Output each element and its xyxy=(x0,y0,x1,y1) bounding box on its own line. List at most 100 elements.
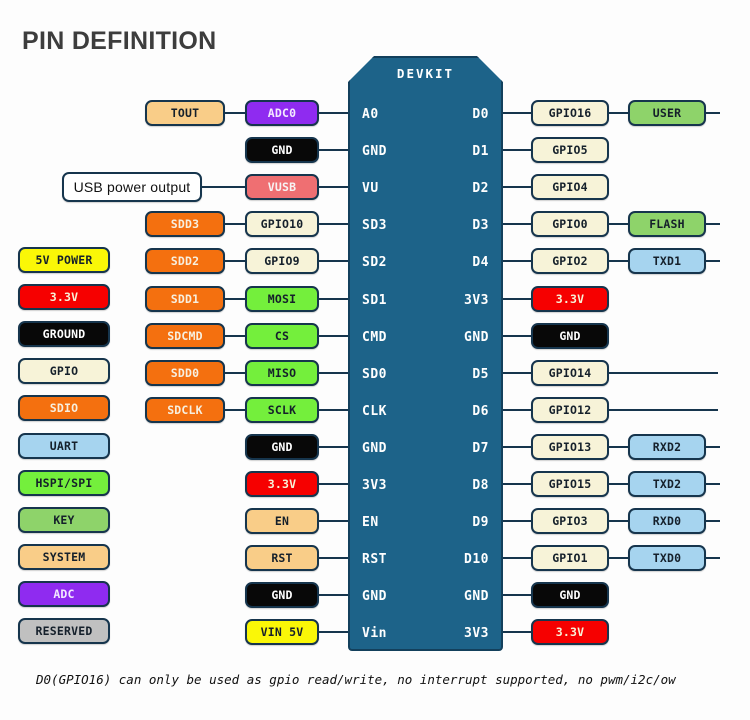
right-pin-gpio13-9[interactable]: GPIO13 xyxy=(531,433,609,460)
legend-item-hspi-spi[interactable]: HSPI/SPI xyxy=(18,469,110,496)
wire-board-right-9 xyxy=(503,445,531,448)
right-pin-gpio15-10[interactable]: GPIO15 xyxy=(531,471,609,497)
right-pin-gnd-13-label: GND xyxy=(559,588,581,603)
board-left-pin-6: CMD xyxy=(362,329,387,345)
right-outer-rxd2[interactable]: RXD2 xyxy=(628,433,706,460)
wire-right-inner-12 xyxy=(609,557,628,560)
left-outer-tout-label: TOUT xyxy=(170,106,200,120)
right-pin-gpio16-0[interactable]: GPIO16 xyxy=(531,100,609,126)
board-right-pin-6: GND xyxy=(464,329,489,345)
left-pin-en-11-label: EN xyxy=(274,514,290,529)
legend-item-system-label: SYSTEM xyxy=(42,549,86,564)
right-pin-gpio3-11-label: GPIO3 xyxy=(552,514,588,529)
left-pin-vusb-2[interactable]: VUSB xyxy=(245,174,319,201)
wire-left-outer-8 xyxy=(225,408,245,411)
wire-right-inner-10 xyxy=(609,483,628,485)
board-left-pin-7: SD0 xyxy=(362,366,387,382)
left-pin-gpio9-4[interactable]: GPIO9 xyxy=(245,248,319,275)
right-pin-gpio4-2[interactable]: GPIO4 xyxy=(531,174,609,201)
left-outer-sdd1[interactable]: SDD1 xyxy=(145,285,225,312)
right-outer-rxd0[interactable]: RXD0 xyxy=(628,508,706,535)
left-outer-sdd3[interactable]: SDD3 xyxy=(145,211,225,238)
right-pin-gnd-13[interactable]: GND xyxy=(531,582,609,609)
legend-item-key[interactable]: KEY xyxy=(18,506,110,533)
left-pin-3-3v-10[interactable]: 3.3V xyxy=(245,471,319,497)
left-outer-tout[interactable]: TOUT xyxy=(145,100,225,126)
right-outer-flash[interactable]: FLASH xyxy=(628,211,706,238)
right-pin-gnd-6-label: GND xyxy=(559,328,581,343)
legend-item-hspi-spi-label: HSPI/SPI xyxy=(35,475,93,490)
right-outer-rxd0-label: RXD0 xyxy=(652,514,682,529)
right-outer-txd1[interactable]: TXD1 xyxy=(628,248,706,275)
legend-item-gpio[interactable]: GPIO xyxy=(18,358,110,385)
legend-item-reserved[interactable]: RESERVED xyxy=(18,618,110,644)
right-pin-3-3v-5[interactable]: 3.3V xyxy=(531,285,609,312)
left-pin-gnd-9[interactable]: GND xyxy=(245,433,319,460)
right-pin-gpio2-4-label: GPIO2 xyxy=(552,254,588,269)
right-pin-gpio1-12[interactable]: GPIO1 xyxy=(531,545,609,572)
wire-left-inner-5 xyxy=(319,297,348,300)
legend-item-sdio-label: SDIO xyxy=(49,401,79,416)
wire-board-right-12 xyxy=(503,557,531,560)
legend-item-key-label: KEY xyxy=(53,512,75,527)
right-pin-gpio3-11[interactable]: GPIO3 xyxy=(531,508,609,535)
right-pin-gpio14-7[interactable]: GPIO14 xyxy=(531,359,609,386)
legend-item-sdio[interactable]: SDIO xyxy=(18,395,110,422)
left-outer-sdd0[interactable]: SDD0 xyxy=(145,359,225,386)
wire-left-inner-14 xyxy=(319,631,348,634)
left-pin-cs-6[interactable]: CS xyxy=(245,322,319,349)
page-title: PIN DEFINITION xyxy=(22,27,217,55)
board-left-pin-0: A0 xyxy=(362,107,379,122)
right-outer-user[interactable]: USER xyxy=(628,100,706,126)
board-right-pin-1: D1 xyxy=(472,144,489,160)
wire-left-inner-11 xyxy=(319,520,348,523)
left-outer-usb-power-output[interactable]: USB power output xyxy=(62,172,202,203)
board-left-pin-11: EN xyxy=(362,515,379,531)
right-pin-gpio12-8[interactable]: GPIO12 xyxy=(531,396,609,423)
right-pin-gpio2-4[interactable]: GPIO2 xyxy=(531,248,609,275)
legend-item-adc[interactable]: ADC xyxy=(18,580,110,607)
right-pin-gpio0-3[interactable]: GPIO0 xyxy=(531,211,609,238)
board-right-pin-12: D10 xyxy=(464,552,489,568)
right-pin-gpio5-1[interactable]: GPIO5 xyxy=(531,137,609,164)
wire-long-8 xyxy=(609,408,718,411)
left-pin-mosi-5[interactable]: MOSI xyxy=(245,285,319,312)
wire-left-inner-0 xyxy=(319,112,348,114)
left-pin-gnd-13[interactable]: GND xyxy=(245,582,319,609)
right-outer-txd2[interactable]: TXD2 xyxy=(628,471,706,497)
legend-item-uart[interactable]: UART xyxy=(18,432,110,459)
left-pin-vin-5v-14[interactable]: VIN 5V xyxy=(245,619,319,646)
legend-item-5v-power[interactable]: 5V POWER xyxy=(18,247,110,273)
board-left-pin-14: Vin xyxy=(362,626,387,642)
left-pin-rst-12[interactable]: RST xyxy=(245,545,319,572)
wire-left-inner-13 xyxy=(319,594,348,597)
left-outer-sdclk[interactable]: SDCLK xyxy=(145,396,225,423)
legend-item-system[interactable]: SYSTEM xyxy=(18,543,110,570)
board-left-pin-8: CLK xyxy=(362,403,387,419)
left-pin-sclk-8[interactable]: SCLK xyxy=(245,396,319,423)
left-pin-en-11[interactable]: EN xyxy=(245,508,319,535)
left-outer-sdcmd[interactable]: SDCMD xyxy=(145,322,225,349)
left-pin-miso-7[interactable]: MISO xyxy=(245,359,319,386)
legend-item-3-3v[interactable]: 3.3V xyxy=(18,284,110,311)
wire-right-outer-tail-11 xyxy=(706,520,720,523)
board-left-pin-4: SD2 xyxy=(362,255,387,271)
left-pin-gnd-9-label: GND xyxy=(271,439,293,454)
right-pin-gpio12-8-label: GPIO12 xyxy=(548,402,592,417)
legend-item-ground[interactable]: GROUND xyxy=(18,321,110,348)
board-left-pin-10: 3V3 xyxy=(362,478,387,493)
right-outer-txd0[interactable]: TXD0 xyxy=(628,545,706,572)
left-pin-gnd-1[interactable]: GND xyxy=(245,137,319,164)
left-outer-sdd2[interactable]: SDD2 xyxy=(145,248,225,275)
wire-left-outer-2 xyxy=(202,186,245,189)
wire-board-right-11 xyxy=(503,520,531,523)
wire-left-inner-10 xyxy=(319,483,348,485)
left-pin-adc0-0[interactable]: ADC0 xyxy=(245,100,319,126)
legend-item-adc-label: ADC xyxy=(53,586,75,601)
left-pin-gpio10-3[interactable]: GPIO10 xyxy=(245,211,319,238)
board-right-pin-0: D0 xyxy=(472,107,489,122)
right-pin-3-3v-14[interactable]: 3.3V xyxy=(531,619,609,646)
legend-item-gpio-label: GPIO xyxy=(49,364,79,379)
right-pin-gnd-6[interactable]: GND xyxy=(531,322,609,349)
board-right-pin-4: D4 xyxy=(472,255,489,271)
